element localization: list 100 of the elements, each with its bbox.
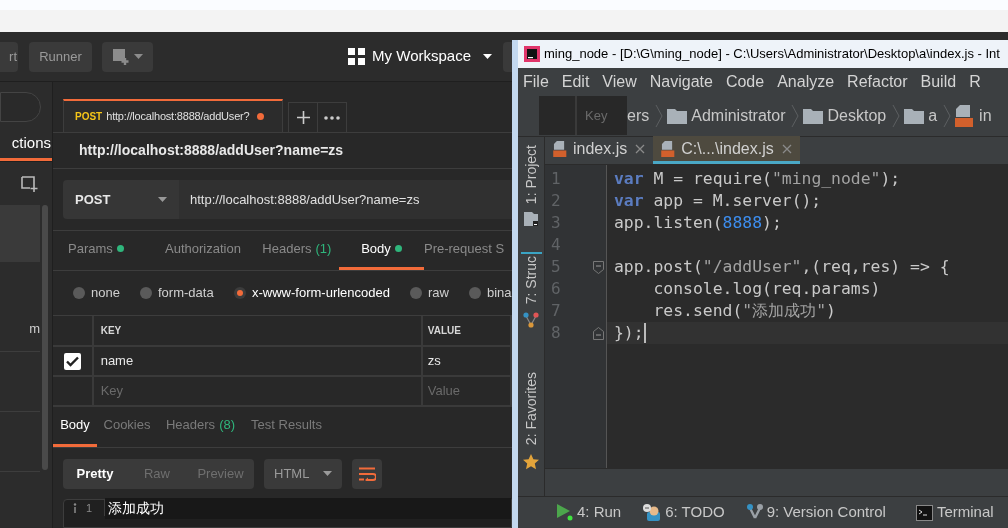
workspace-dropdown[interactable]: My Workspace <box>348 41 492 72</box>
tool-window-button[interactable]: Terminal <box>915 501 994 524</box>
js-file-icon <box>553 140 568 157</box>
input-field[interactable]: Key <box>100 381 401 401</box>
info-icon <box>73 503 77 513</box>
method-select[interactable]: POST <box>63 180 179 219</box>
checkbox[interactable] <box>63 352 81 370</box>
format-dropdown[interactable]: HTML <box>264 458 342 489</box>
app-icon <box>524 46 540 62</box>
breadcrumb[interactable]: a <box>900 96 952 136</box>
request-tab[interactable]: POST http://localhost:8888/addUser? <box>63 99 283 132</box>
request-tab[interactable]: Pre-request S <box>424 230 512 270</box>
response-tab[interactable]: Headers (8) <box>157 406 244 447</box>
response-tab[interactable]: Cookies <box>97 406 157 447</box>
menu-item[interactable]: Refactor <box>847 70 908 94</box>
chevron-icon <box>943 104 952 128</box>
wrap-button[interactable] <box>352 458 382 489</box>
tool-window-button[interactable]: 2: Favorites <box>520 370 542 472</box>
method-label: POST <box>75 110 103 124</box>
tool-window-button[interactable]: 7: Struc <box>520 252 542 331</box>
menu-item[interactable]: Code <box>725 70 765 94</box>
request-tab[interactable]: Params <box>68 230 152 270</box>
fold-icon[interactable] <box>593 326 604 340</box>
table-cell-text: zs <box>427 352 441 371</box>
tool-window-button[interactable]: 1: Project <box>520 143 542 229</box>
response-tab[interactable]: Test Results <box>244 406 329 447</box>
response-text: 添加成功 <box>105 497 511 519</box>
url-field[interactable]: http://localhost:8888/addUser?name=zs <box>179 180 512 219</box>
tool-window-button[interactable]: 6: TODO <box>643 501 725 524</box>
new-button[interactable] <box>102 41 153 72</box>
editor-tab[interactable]: index.js <box>545 136 654 164</box>
menu-item[interactable]: View <box>602 70 637 94</box>
menu-item[interactable]: Edit <box>561 70 590 94</box>
breadcrumb[interactable]: ers <box>627 96 664 136</box>
radio-button[interactable] <box>469 287 481 299</box>
close-icon[interactable] <box>781 143 792 154</box>
caret-icon <box>323 470 332 477</box>
new-collection-icon[interactable] <box>21 174 39 193</box>
search-field[interactable] <box>0 92 41 122</box>
folder-icon <box>524 212 538 227</box>
terminal-icon <box>915 504 933 521</box>
add-icon <box>112 47 130 66</box>
caret-icon <box>134 53 143 60</box>
response-tab[interactable]: Body <box>53 406 97 447</box>
code-line: app.post("/addUser",(req,res) => { <box>614 255 950 278</box>
caret-icon <box>158 196 167 203</box>
radio-button[interactable] <box>410 287 422 299</box>
js-file-icon <box>661 140 677 157</box>
folder-icon <box>904 108 925 124</box>
menu-item[interactable]: File <box>523 70 549 94</box>
runner-button[interactable]: Runner <box>29 41 92 72</box>
branch-icon <box>746 504 763 521</box>
code-line: console.log(req.params) <box>652 277 881 300</box>
code-line: var M = require("ming_node"); <box>614 167 901 190</box>
menu-item[interactable]: R <box>969 70 981 94</box>
code-line: var app = M.server(); <box>614 189 822 212</box>
fold-icon[interactable] <box>593 260 604 274</box>
radio-button[interactable] <box>73 287 85 299</box>
radio-button[interactable] <box>234 287 246 299</box>
line-number: 1 <box>86 500 93 516</box>
breadcrumb[interactable]: in <box>951 96 992 136</box>
menu-item[interactable]: Analyze <box>777 70 835 94</box>
tab-title: http://localhost:8888/addUser? <box>106 109 250 125</box>
code-line: }); <box>614 321 644 344</box>
window-title: ming_node - [D:\G\ming_node] - C:\Users\Administrator\Desktop\a\index.js - Int <box>544 45 1000 64</box>
request-tab[interactable]: Body <box>338 230 424 270</box>
editor-tab[interactable]: C:\...\index.js <box>653 136 800 164</box>
folder-icon <box>803 108 824 124</box>
menu-item[interactable]: Build <box>920 70 957 94</box>
code-line: app.listen(8888); <box>614 211 782 234</box>
menu-item[interactable]: Navigate <box>649 70 713 94</box>
column-header: VALUE <box>427 324 461 338</box>
new-tab-button[interactable] <box>288 102 318 132</box>
breadcrumb[interactable]: Desktop <box>799 96 901 136</box>
tool-window-button[interactable]: 4: Run <box>557 501 622 524</box>
play-icon <box>557 504 573 521</box>
column-header: KEY <box>100 324 122 338</box>
more-button[interactable] <box>318 102 347 132</box>
import-button[interactable]: rt <box>0 41 18 72</box>
sidebar-item-text[interactable]: m <box>0 318 40 338</box>
tool-window-button[interactable]: 9: Version Control <box>746 501 886 524</box>
radio-option[interactable]: x-www-form-urlencoded <box>234 283 410 303</box>
view-mode-tab[interactable]: Pretty <box>63 458 127 489</box>
chevron-icon <box>791 104 800 128</box>
scrollbar[interactable] <box>42 205 48 470</box>
structure-icon <box>523 312 539 329</box>
breadcrumb[interactable]: Administrator <box>663 96 800 136</box>
request-tab[interactable]: Headers (1) <box>254 230 339 270</box>
input-field[interactable]: Value <box>427 381 508 401</box>
radio-option[interactable]: form-data <box>140 283 234 303</box>
folder-icon <box>667 108 688 124</box>
close-icon[interactable] <box>635 143 646 154</box>
radio-option[interactable]: none <box>73 283 140 303</box>
chevron-icon <box>655 104 664 128</box>
radio-button[interactable] <box>140 287 152 299</box>
request-tab[interactable]: Authorization <box>151 230 255 270</box>
radio-option[interactable]: raw <box>410 283 469 303</box>
wrap-icon <box>358 466 376 481</box>
request-name: http://localhost:8888/addUser?name=zs <box>79 141 344 160</box>
caret-icon <box>483 53 492 60</box>
